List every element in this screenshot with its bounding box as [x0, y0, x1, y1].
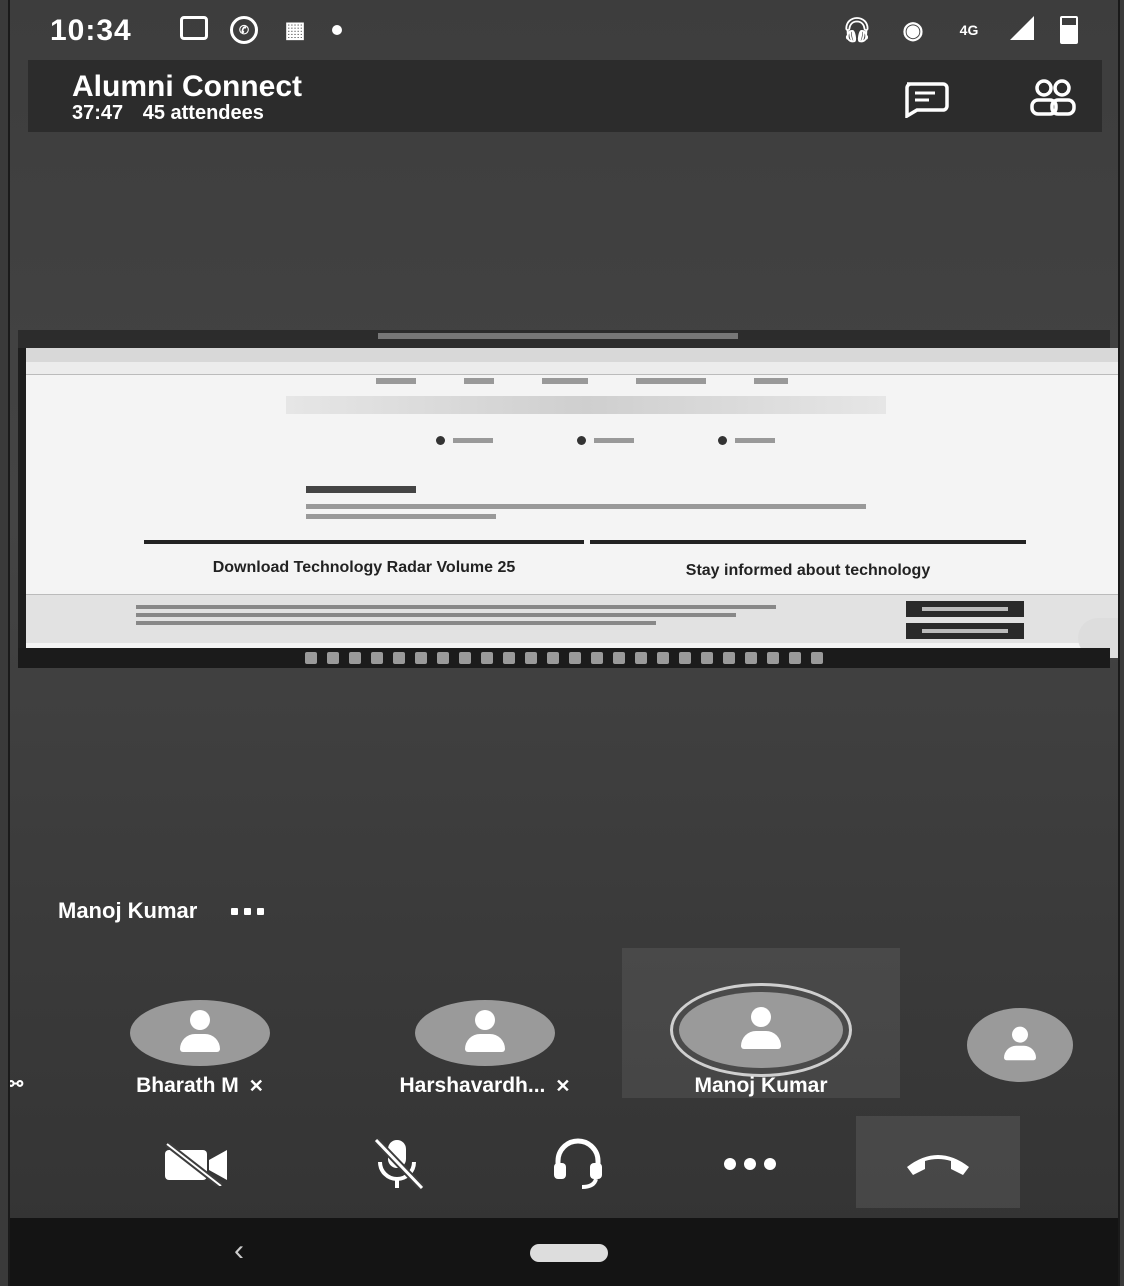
cookie-accept-button	[906, 623, 1024, 639]
avatar	[415, 1000, 555, 1066]
teams-icon: ▦	[284, 17, 306, 42]
participant-tile-active[interactable]: Manoj Kumar	[622, 948, 900, 1098]
hang-up-icon	[907, 1155, 969, 1175]
presenter-more-icon[interactable]	[231, 907, 265, 915]
person-icon	[741, 1007, 781, 1053]
meeting-title: Alumni Connect	[72, 70, 302, 103]
help-text	[306, 504, 866, 509]
hotspot-icon: ◉	[902, 16, 924, 44]
message-icon	[180, 16, 208, 40]
mic-off-icon	[373, 1137, 425, 1191]
mic-off-icon: ✕	[555, 1075, 571, 1096]
call-controls	[10, 1116, 1118, 1212]
browser-tabs	[26, 348, 1118, 362]
shared-window-titlebar	[18, 330, 1110, 348]
participant-name: Bharath M	[136, 1074, 239, 1097]
participant-strip: ⚯ Bharath M ✕ Harshavardh... ✕ Manoj Kum…	[10, 940, 1118, 1100]
partial-mute-icon: ⚯	[8, 1074, 24, 1094]
site-banner	[286, 396, 886, 414]
mic-button[interactable]	[348, 1128, 448, 1200]
presenter-name: Manoj Kumar	[58, 898, 198, 923]
meeting-screen: 10:34 ✆ ▦ 🎧︎ ◉ 4G Alumni Connect 37:47 4…	[8, 0, 1120, 1286]
browser-address-bar	[26, 362, 1118, 375]
meeting-header: Alumni Connect 37:47 45 attendees	[28, 60, 1102, 132]
avatar	[967, 1008, 1073, 1082]
site-nav	[376, 378, 788, 384]
shared-webpage: Download Technology Radar Volume 25 Stay…	[26, 348, 1118, 658]
signal-icon	[1010, 16, 1034, 40]
hang-up-button[interactable]	[856, 1116, 1020, 1208]
system-nav-bar: ‹	[10, 1218, 1118, 1286]
chat-button[interactable]	[900, 76, 950, 120]
notification-icons: ✆ ▦	[180, 16, 342, 44]
radio-options	[436, 436, 775, 445]
more-options-button[interactable]	[700, 1128, 800, 1200]
shared-screen[interactable]: Download Technology Radar Volume 25 Stay…	[18, 330, 1118, 668]
shared-taskbar	[18, 648, 1110, 668]
participant-tile[interactable]: Harshavardh... ✕	[350, 948, 620, 1098]
mic-off-icon: ✕	[248, 1075, 264, 1096]
status-bar: 10:34 ✆ ▦ 🎧︎ ◉ 4G	[10, 0, 1118, 62]
camera-off-icon	[165, 1142, 227, 1186]
avatar	[130, 1000, 270, 1066]
attendee-count: 45 attendees	[142, 102, 264, 124]
headset-icon	[554, 1138, 602, 1189]
camera-button[interactable]	[146, 1128, 246, 1200]
stay-informed-heading: Stay informed about technology	[685, 562, 931, 579]
network-type-icon: 4G	[959, 22, 979, 38]
people-icon	[1030, 79, 1076, 116]
download-radar-heading: Download Technology Radar Volume 25	[212, 559, 516, 576]
cookie-banner	[26, 594, 1118, 643]
status-time: 10:34	[50, 14, 132, 47]
back-chevron-icon[interactable]: ‹	[234, 1234, 244, 1268]
help-heading	[306, 486, 416, 493]
participant-name: Harshavardh...	[399, 1074, 546, 1097]
system-icons: 🎧︎ ◉ 4G	[842, 16, 1078, 44]
participants-button[interactable]	[1028, 76, 1078, 120]
meeting-info: 37:47 45 attendees	[72, 102, 278, 125]
whatsapp-icon: ✆	[230, 16, 258, 44]
participant-tile[interactable]: Bharath M ✕	[90, 948, 310, 1098]
participant-name: Manoj Kumar	[694, 1074, 828, 1097]
cookie-manage-button	[906, 601, 1024, 617]
home-pill-icon[interactable]	[530, 1244, 608, 1262]
more-icon	[724, 1158, 776, 1170]
headphones-icon: 🎧︎	[841, 16, 873, 44]
chat-icon	[905, 82, 949, 118]
participant-tile[interactable]	[960, 948, 1080, 1098]
divider-right	[590, 540, 1026, 544]
person-icon	[180, 1010, 220, 1056]
more-notifications-icon	[332, 25, 342, 35]
audio-button[interactable]	[528, 1128, 628, 1200]
meeting-duration: 37:47	[72, 102, 124, 124]
divider-left	[144, 540, 584, 544]
battery-icon	[1060, 16, 1078, 44]
help-text-2	[306, 514, 496, 519]
person-icon	[1004, 1026, 1036, 1064]
avatar	[679, 992, 843, 1068]
presenter-label: Manoj Kumar	[58, 898, 265, 924]
person-icon	[465, 1010, 505, 1056]
